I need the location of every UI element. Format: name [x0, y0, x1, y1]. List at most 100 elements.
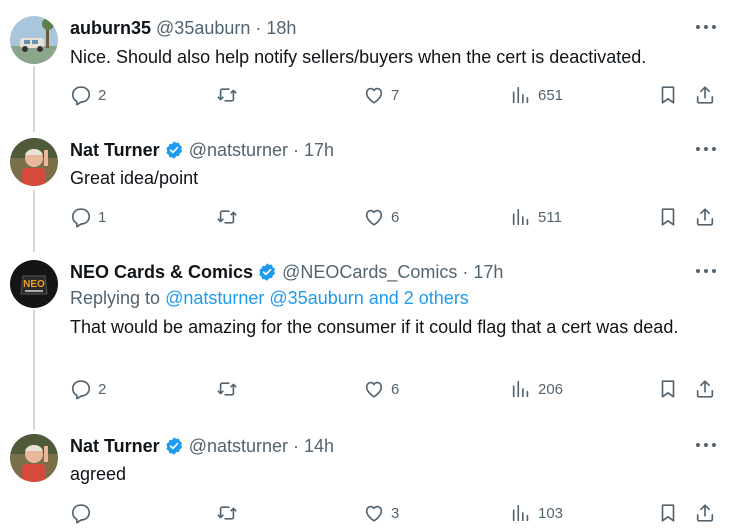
- reply-icon: [71, 208, 91, 228]
- like-count: 6: [391, 208, 400, 226]
- avatar[interactable]: [10, 434, 58, 482]
- reply-icon: [71, 380, 91, 400]
- more-icon[interactable]: [696, 266, 716, 276]
- bookmark-icon: [661, 380, 675, 398]
- reply-button[interactable]: 2: [70, 378, 106, 400]
- display-name[interactable]: NEO Cards & Comics: [70, 262, 253, 283]
- like-button[interactable]: 3: [363, 502, 399, 524]
- retweet-icon: [217, 88, 237, 102]
- reply-button[interactable]: 1: [70, 206, 106, 228]
- tweet-header: Nat Turner @natsturner · 14h: [70, 434, 334, 458]
- separator-dot: ·: [462, 261, 469, 282]
- views-icon: [512, 504, 529, 522]
- timestamp[interactable]: 17h: [304, 140, 334, 161]
- share-button[interactable]: [694, 206, 716, 228]
- tweet[interactable]: NEO NEO Cards & Comics @NEOCards_Comics …: [0, 260, 738, 410]
- like-button[interactable]: 7: [363, 84, 399, 106]
- views-button[interactable]: 651: [510, 84, 563, 106]
- separator-dot: ·: [293, 139, 300, 160]
- views-button[interactable]: 103: [510, 502, 563, 524]
- avatar[interactable]: [10, 16, 58, 64]
- share-button[interactable]: [694, 84, 716, 106]
- views-count: 651: [538, 86, 564, 104]
- share-icon: [696, 504, 714, 522]
- replying-to-prefix: Replying to: [70, 288, 161, 308]
- bookmark-button[interactable]: [657, 502, 679, 524]
- like-icon: [365, 87, 383, 104]
- timestamp[interactable]: 14h: [304, 436, 334, 457]
- timestamp[interactable]: 18h: [266, 18, 296, 39]
- tweet[interactable]: Nat Turner @natsturner · 14h agreed 3 10…: [0, 434, 738, 532]
- display-name[interactable]: auburn35: [70, 18, 151, 39]
- user-handle[interactable]: @35auburn: [156, 18, 250, 39]
- verified-badge-icon: [259, 263, 276, 281]
- retweet-button[interactable]: [216, 502, 244, 524]
- tweet-header: Nat Turner @natsturner · 17h: [70, 138, 334, 162]
- tweet-text: That would be amazing for the consumer i…: [70, 317, 679, 337]
- views-button[interactable]: 206: [510, 378, 563, 400]
- bookmark-button[interactable]: [657, 206, 679, 228]
- avatar-logo-text: NEO: [23, 279, 45, 290]
- separator-dot: ·: [255, 17, 262, 38]
- views-icon: [512, 86, 529, 104]
- reply-button[interactable]: [70, 502, 98, 524]
- bookmark-icon: [661, 504, 675, 522]
- retweet-icon: [217, 382, 237, 396]
- like-count: 7: [391, 86, 400, 104]
- action-bar: 2 7 651: [70, 84, 720, 110]
- replying-to-link[interactable]: @natsturner @35auburn and 2 others: [165, 288, 469, 308]
- bookmark-button[interactable]: [657, 378, 679, 400]
- views-count: 511: [538, 208, 562, 226]
- reply-count: 2: [98, 380, 107, 398]
- like-icon: [365, 381, 383, 398]
- reply-icon: [71, 504, 91, 524]
- tweet-text: Nice. Should also help notify sellers/bu…: [70, 47, 647, 67]
- views-button[interactable]: 511: [510, 206, 562, 228]
- timestamp[interactable]: 17h: [473, 262, 503, 283]
- share-button[interactable]: [694, 502, 716, 524]
- avatar[interactable]: NEO: [10, 260, 58, 308]
- user-handle[interactable]: @natsturner: [189, 140, 288, 161]
- reply-icon: [71, 86, 91, 106]
- like-count: 3: [391, 504, 400, 522]
- share-icon: [696, 380, 714, 398]
- tweet[interactable]: Nat Turner @natsturner · 17h Great idea/…: [0, 138, 738, 238]
- action-bar: 2 6 206: [70, 378, 720, 404]
- user-handle[interactable]: @natsturner: [189, 436, 288, 457]
- tweet-header: auburn35 @35auburn · 18h: [70, 16, 296, 40]
- share-button[interactable]: [694, 378, 716, 400]
- reply-count: 2: [98, 86, 107, 104]
- verified-badge-icon: [166, 437, 182, 455]
- views-count: 103: [538, 504, 564, 522]
- retweet-button[interactable]: [216, 206, 244, 228]
- retweet-icon: [217, 506, 237, 520]
- action-bar: 3 103: [70, 502, 720, 528]
- tweet[interactable]: auburn35 @35auburn · 18h Nice. Should al…: [0, 16, 738, 126]
- like-button[interactable]: 6: [363, 378, 399, 400]
- views-count: 206: [538, 380, 564, 398]
- tweet-text: Great idea/point: [70, 168, 199, 188]
- display-name[interactable]: Nat Turner: [70, 436, 160, 457]
- bookmark-icon: [661, 86, 675, 104]
- tweet-text: agreed: [70, 464, 127, 484]
- bookmark-icon: [661, 208, 675, 226]
- display-name[interactable]: Nat Turner: [70, 140, 160, 161]
- verified-badge-icon: [166, 141, 182, 159]
- more-icon[interactable]: [696, 144, 716, 154]
- retweet-button[interactable]: [216, 378, 244, 400]
- replying-to: Replying to @natsturner @35auburn and 2 …: [70, 288, 469, 309]
- retweet-button[interactable]: [216, 84, 244, 106]
- reply-count: 1: [98, 208, 107, 226]
- reply-button[interactable]: 2: [70, 84, 106, 106]
- like-button[interactable]: 6: [363, 206, 399, 228]
- views-icon: [512, 380, 529, 398]
- action-bar: 1 6 511: [70, 206, 720, 232]
- like-count: 6: [391, 380, 400, 398]
- avatar[interactable]: [10, 138, 58, 186]
- views-icon: [512, 208, 529, 226]
- user-handle[interactable]: @NEOCards_Comics: [282, 262, 457, 283]
- more-icon[interactable]: [696, 22, 716, 32]
- more-icon[interactable]: [696, 440, 716, 450]
- like-icon: [365, 209, 383, 226]
- bookmark-button[interactable]: [657, 84, 679, 106]
